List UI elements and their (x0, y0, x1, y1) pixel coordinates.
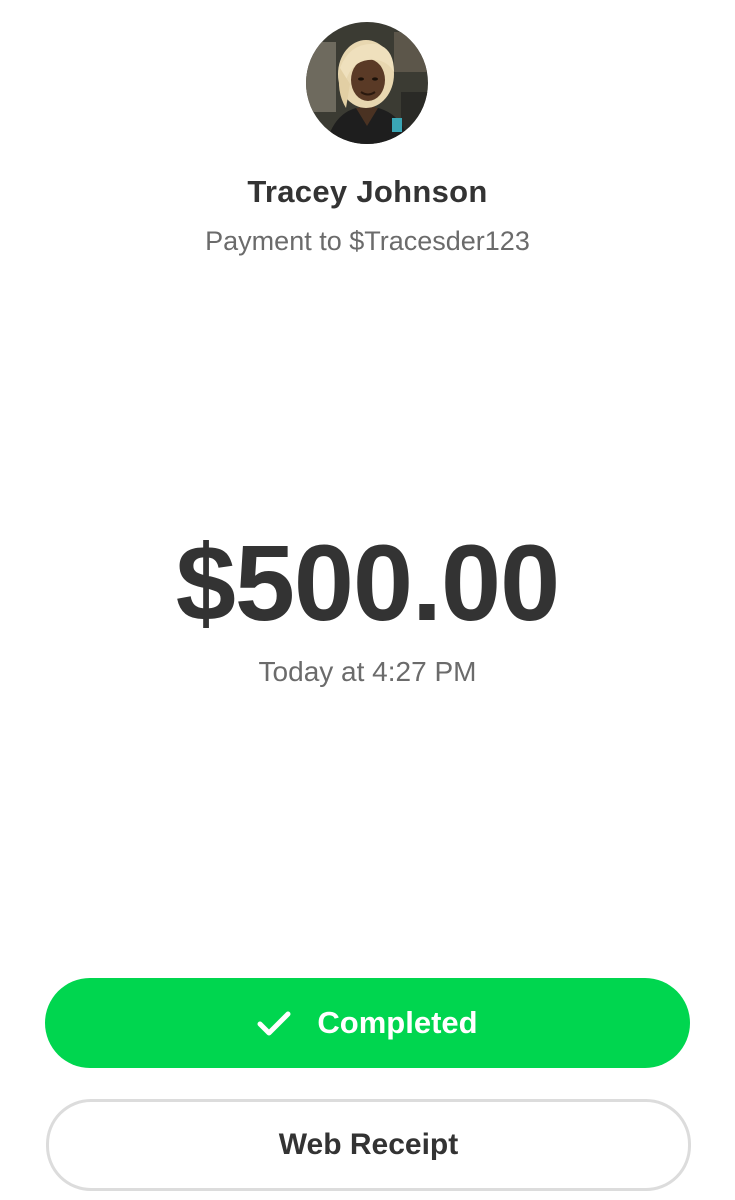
recipient-name: Tracey Johnson (247, 174, 488, 209)
web-receipt-label: Web Receipt (278, 1128, 459, 1161)
avatar (306, 22, 428, 144)
payment-amount: $500.00 (175, 522, 560, 643)
checkmark-icon (257, 1011, 291, 1037)
completed-button[interactable]: Completed (45, 978, 690, 1068)
payment-timestamp: Today at 4:27 PM (258, 656, 477, 687)
web-receipt-button[interactable]: Web Receipt (46, 1099, 691, 1191)
payment-subtitle: Payment to $Tracesder123 (205, 226, 530, 256)
completed-label: Completed (317, 1005, 478, 1040)
